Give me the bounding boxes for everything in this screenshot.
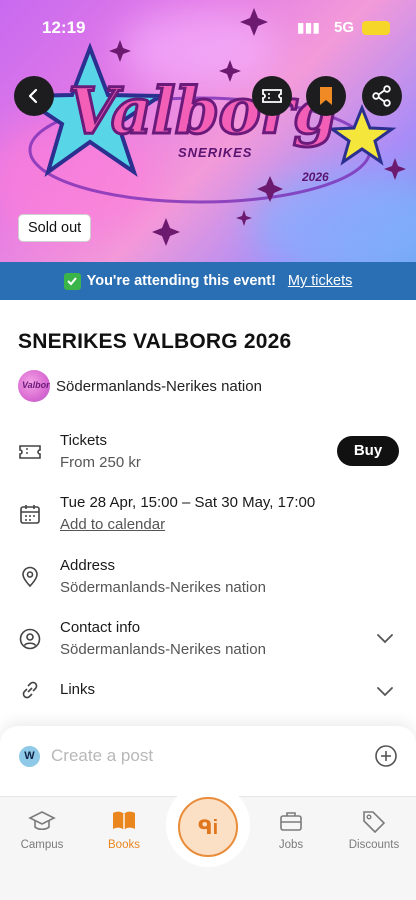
back-button[interactable] <box>14 76 54 116</box>
ticket-icon <box>19 445 41 459</box>
back-icon <box>28 88 38 104</box>
briefcase-icon <box>280 812 302 831</box>
valborg-logo-subtext: SNERIKES <box>178 145 253 160</box>
event-hero-image: Valborg SNERIKES 2026 12:19 ▮▮▮ 5G Sold … <box>0 0 416 262</box>
bookmark-button[interactable] <box>306 76 346 116</box>
nav-item-books[interactable]: Books <box>84 809 164 851</box>
tag-icon <box>363 811 386 833</box>
app-logo-icon: ᑫi <box>197 816 219 839</box>
app-logo-button[interactable]: ᑫi <box>178 797 238 857</box>
ticket-button[interactable] <box>252 76 292 116</box>
check-icon <box>63 272 81 290</box>
chevron-down-icon[interactable] <box>374 627 396 649</box>
bookmark-icon <box>320 87 332 105</box>
contact-label: Contact info <box>60 619 141 636</box>
buy-button[interactable]: Buy <box>337 436 399 466</box>
create-post-input[interactable]: Create a post <box>51 746 153 766</box>
organizer-avatar: Valborg <box>18 370 50 402</box>
nav-label-jobs: Jobs <box>278 839 304 851</box>
status-bar: 12:19 ▮▮▮ 5G <box>0 0 416 40</box>
chevron-down-icon[interactable] <box>374 680 396 702</box>
nav-item-discounts[interactable]: Discounts <box>334 809 414 851</box>
event-date-range: Tue 28 Apr, 15:00 – Sat 30 May, 17:00 <box>60 494 316 511</box>
share-icon <box>372 85 391 107</box>
nav-item-campus[interactable]: Campus <box>2 809 82 851</box>
bottom-nav: Campus Books ᑫi Jobs Discounts <box>0 783 416 900</box>
nav-label-campus: Campus <box>20 839 64 851</box>
address-label: Address <box>60 557 116 574</box>
sold-out-badge: Sold out <box>18 214 92 242</box>
tickets-price: From 250 kr <box>60 454 141 471</box>
tickets-label: Tickets <box>60 432 107 449</box>
contact-row[interactable]: Contact info Södermanlands-Nerikes natio… <box>0 617 416 661</box>
add-post-icon[interactable] <box>374 744 398 768</box>
calendar-icon <box>20 505 40 524</box>
status-time: 12:19 <box>42 18 86 37</box>
share-button[interactable] <box>362 76 402 116</box>
nav-label-books: Books <box>108 839 140 851</box>
valborg-logo-text: Valborg <box>66 74 338 149</box>
valborg-logo-year: 2026 <box>302 170 329 184</box>
add-to-calendar-link[interactable]: Add to calendar <box>60 516 165 533</box>
address-row[interactable]: Address Södermanlands-Nerikes nation <box>0 555 416 599</box>
address-value: Södermanlands-Nerikes nation <box>60 579 266 596</box>
battery-icon <box>362 21 390 35</box>
user-avatar: W <box>19 746 40 767</box>
book-icon <box>113 811 135 830</box>
organizer-name: Södermanlands-Nerikes nation <box>56 377 262 395</box>
location-pin-icon <box>22 566 38 588</box>
nav-item-jobs[interactable]: Jobs <box>251 809 331 851</box>
my-tickets-link[interactable]: My tickets <box>288 273 352 289</box>
link-icon <box>22 681 38 699</box>
event-title: SNERIKES VALBORG 2026 <box>18 330 292 353</box>
ticket-icon <box>262 89 282 103</box>
network-label: 5G <box>333 19 354 36</box>
nav-label-discounts: Discounts <box>348 839 400 851</box>
links-label: Links <box>60 681 96 698</box>
graduation-cap-icon <box>28 811 56 831</box>
date-row: Tue 28 Apr, 15:00 – Sat 30 May, 17:00 Ad… <box>0 492 416 536</box>
attending-banner: You're attending this event! My tickets <box>0 262 416 300</box>
contact-value: Södermanlands-Nerikes nation <box>60 641 266 658</box>
attending-text: You're attending this event! <box>86 273 276 289</box>
signal-icon: ▮▮▮ <box>296 19 320 35</box>
organizer-row[interactable]: Valborg Södermanlands-Nerikes nation <box>18 369 262 403</box>
links-row[interactable]: Links <box>0 678 416 706</box>
contact-icon <box>19 628 41 650</box>
